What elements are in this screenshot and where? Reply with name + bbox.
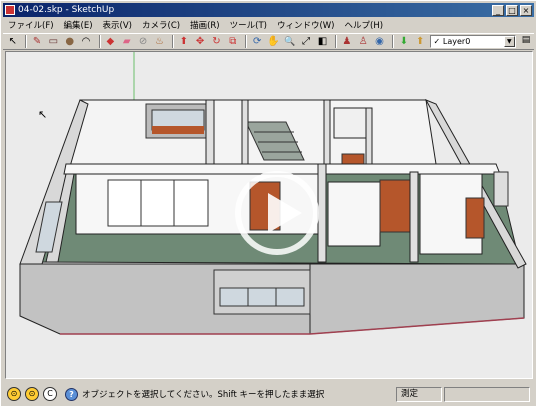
layer-manager-icon[interactable]: ▤	[520, 35, 532, 48]
hallway-wall	[327, 181, 381, 247]
minimize-button[interactable]: _	[492, 4, 504, 16]
make-component-icon[interactable]: ◆	[104, 35, 117, 49]
pan-icon[interactable]: ✋	[267, 35, 280, 49]
measurements-label: 測定	[396, 386, 442, 402]
move-icon[interactable]: ✥	[193, 35, 206, 49]
rotate-icon[interactable]: ↻	[210, 35, 223, 49]
sketchup-window: 04-02.skp - SketchUp _ □ × ファイル(F) 編集(E)…	[0, 0, 537, 407]
inner-wall	[365, 107, 373, 165]
toolbar-separator	[245, 35, 248, 48]
toolbar-separator	[392, 35, 395, 48]
zoom-icon[interactable]: 🔍	[283, 35, 296, 49]
tape-measure-icon[interactable]: ⊘	[136, 35, 149, 49]
inner-wall	[205, 99, 215, 165]
maximize-button[interactable]: □	[506, 4, 518, 16]
geo-location-icon[interactable]: C	[43, 387, 57, 401]
get-models-icon[interactable]: ⬇	[397, 35, 410, 49]
rectangle-icon[interactable]: ▭	[47, 35, 60, 49]
toolbar-separator	[25, 35, 28, 48]
look-around-icon[interactable]: ◉	[373, 35, 386, 49]
inner-wall	[241, 99, 249, 165]
toolbar-separator	[98, 35, 101, 48]
menu-file[interactable]: ファイル(F)	[3, 19, 59, 31]
inner-wall	[317, 163, 327, 263]
door	[465, 197, 485, 239]
window-title: 04-02.skp - SketchUp	[18, 5, 115, 15]
mouse-cursor-icon: ↖	[38, 108, 48, 121]
menu-draw[interactable]: 描画(R)	[185, 19, 225, 31]
credits-icon[interactable]: ⊙	[7, 387, 21, 401]
help-icon[interactable]: ?	[65, 387, 78, 401]
current-layer-name: Layer0	[442, 37, 471, 46]
toolbar-separator	[335, 35, 338, 48]
chevron-down-icon[interactable]: ▼	[503, 36, 515, 47]
arc-icon[interactable]: ◠	[79, 35, 92, 49]
main-toolbar: ↖ ✎ ▭ ● ◠ ◆ ▰ ⊘ ♨ ⬆ ✥ ↻ ⧉ ⟳ ✋ 🔍 ⤢ ◧ ♟ ♙ …	[3, 33, 534, 50]
zoom-extents-icon[interactable]: ⤢	[300, 35, 313, 49]
menu-camera[interactable]: カメラ(C)	[137, 19, 185, 31]
measurements-input[interactable]	[444, 386, 530, 402]
layer-dropdown[interactable]: ✓ Layer0 ▼	[429, 35, 516, 48]
menu-help[interactable]: ヘルプ(H)	[340, 19, 389, 31]
user-icon[interactable]: ⊙	[25, 387, 39, 401]
menu-view[interactable]: 表示(V)	[98, 19, 137, 31]
menu-tools[interactable]: ツール(T)	[225, 19, 272, 31]
menu-window[interactable]: ウィンドウ(W)	[272, 19, 340, 31]
model-viewport[interactable]: ↖	[5, 51, 533, 379]
inner-wall	[323, 99, 331, 165]
back-window-sill	[152, 126, 204, 134]
pencil-icon[interactable]: ✎	[30, 35, 43, 49]
menu-edit[interactable]: 編集(E)	[59, 19, 98, 31]
menu-bar: ファイル(F) 編集(E) 表示(V) カメラ(C) 描画(R) ツール(T) …	[3, 18, 534, 32]
door	[379, 179, 411, 233]
close-button[interactable]: ×	[520, 4, 532, 16]
paint-bucket-icon[interactable]: ♨	[153, 35, 166, 49]
toolbar-separator	[172, 35, 175, 48]
offset-icon[interactable]: ⧉	[226, 35, 239, 49]
inner-wall	[409, 171, 419, 263]
status-message: オブジェクトを選択してください。Shift キーを押したまま選択	[82, 390, 325, 400]
position-camera-icon[interactable]: ♟	[340, 35, 353, 49]
status-bar: ⊙ ⊙ C ? オブジェクトを選択してください。Shift キーを押したまま選択…	[3, 384, 534, 404]
push-pull-icon[interactable]: ⬆	[177, 35, 190, 49]
sliding-closet-doors	[107, 179, 209, 227]
share-model-icon[interactable]: ⬆	[414, 35, 427, 49]
circle-icon[interactable]: ●	[63, 35, 76, 49]
orbit-icon[interactable]: ⟳	[250, 35, 263, 49]
select-arrow-icon[interactable]: ↖	[6, 35, 19, 49]
eraser-icon[interactable]: ▰	[120, 35, 133, 49]
closet	[333, 107, 367, 139]
walk-icon[interactable]: ♙	[357, 35, 370, 49]
play-button[interactable]	[235, 171, 319, 255]
sketchup-app-icon	[5, 5, 15, 15]
current-layer-check-icon: ✓	[433, 37, 441, 46]
front-bay-window-glass	[219, 287, 305, 307]
right-window	[493, 171, 509, 207]
door	[341, 153, 365, 165]
previous-view-icon[interactable]: ◧	[316, 35, 329, 49]
exterior-front-wall-right	[309, 263, 525, 335]
title-bar: 04-02.skp - SketchUp _ □ ×	[3, 3, 534, 17]
